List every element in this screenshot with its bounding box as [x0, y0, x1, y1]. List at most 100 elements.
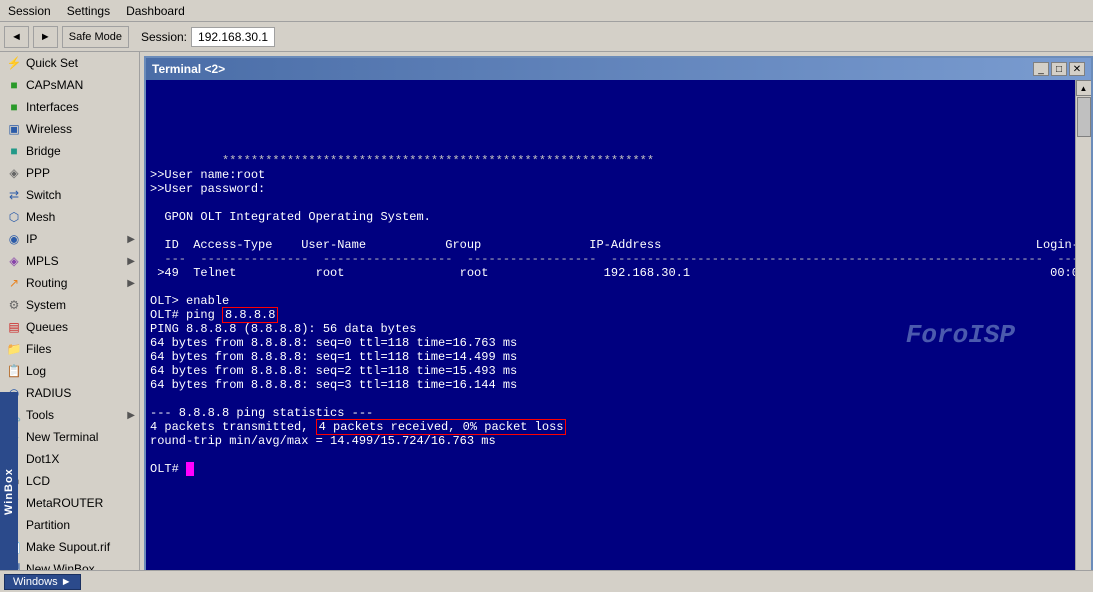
- session-label: Session:: [141, 30, 187, 44]
- switch-icon: ⇄: [6, 187, 22, 203]
- sidebar-label-system: System: [26, 298, 66, 312]
- bridge-icon: ■: [6, 143, 22, 159]
- terminal-table-sep: --- --------------- ------------------ -…: [150, 252, 1075, 266]
- sidebar-label-radius: RADIUS: [26, 386, 71, 400]
- sidebar-item-switch[interactable]: ⇄ Switch: [0, 184, 139, 206]
- sidebar-item-make-supout[interactable]: 📄 Make Supout.rif: [0, 536, 139, 558]
- menu-dashboard[interactable]: Dashboard: [122, 3, 189, 19]
- ip-icon: ◉: [6, 231, 22, 247]
- winbox-label: WinBox: [0, 392, 18, 592]
- queues-icon: ▤: [6, 319, 22, 335]
- sidebar-label-quick-set: Quick Set: [26, 56, 78, 70]
- terminal-body: ForoISP ********************************…: [146, 80, 1091, 590]
- sidebar-label-routing: Routing: [26, 276, 67, 290]
- terminal-ping-line3: 64 bytes from 8.8.8.8: seq=3 ttl=118 tim…: [150, 378, 517, 392]
- sidebar-item-mesh[interactable]: ⬡ Mesh: [0, 206, 139, 228]
- sidebar-item-files[interactable]: 📁 Files: [0, 338, 139, 360]
- terminal-window: Terminal <2> _ □ ✕ ForoISP *************…: [144, 56, 1093, 592]
- sidebar-label-metarouter: MetaROUTER: [26, 496, 103, 510]
- sidebar-item-ppp[interactable]: ◈ PPP: [0, 162, 139, 184]
- terminal-content[interactable]: ForoISP ********************************…: [146, 80, 1075, 590]
- main-layout: ⚡ Quick Set ■ CAPsMAN ■ Interfaces ▣ Wir…: [0, 52, 1093, 592]
- sidebar-label-lcd: LCD: [26, 474, 50, 488]
- scroll-thumb[interactable]: [1077, 97, 1091, 137]
- foroISP-watermark: ForoISP: [906, 320, 1015, 350]
- terminal-minimize-button[interactable]: _: [1033, 62, 1049, 76]
- sidebar-item-radius[interactable]: ◎ RADIUS: [0, 382, 139, 404]
- sidebar-item-wireless[interactable]: ▣ Wireless: [0, 118, 139, 140]
- windows-button[interactable]: Windows ►: [4, 574, 81, 590]
- sidebar: ⚡ Quick Set ■ CAPsMAN ■ Interfaces ▣ Wir…: [0, 52, 140, 592]
- sidebar-item-dot1x[interactable]: ■ Dot1X: [0, 448, 139, 470]
- sidebar-label-ip: IP: [26, 232, 37, 246]
- windows-arrow-icon: ►: [61, 576, 72, 588]
- back-button[interactable]: ◄: [4, 26, 29, 48]
- sidebar-label-tools: Tools: [26, 408, 54, 422]
- quick-set-icon: ⚡: [6, 55, 22, 71]
- terminal-enable-cmd: OLT> enable: [150, 294, 229, 308]
- sidebar-label-files: Files: [26, 342, 51, 356]
- interfaces-icon: ■: [6, 99, 22, 115]
- sidebar-label-wireless: Wireless: [26, 122, 72, 136]
- terminal-titlebar: Terminal <2> _ □ ✕: [146, 58, 1091, 80]
- sidebar-item-queues[interactable]: ▤ Queues: [0, 316, 139, 338]
- sidebar-item-routing[interactable]: ↗ Routing ▶: [0, 272, 139, 294]
- session-ip: 192.168.30.1: [191, 27, 275, 47]
- terminal-scrollbar[interactable]: ▲ ▼: [1075, 80, 1091, 590]
- sidebar-label-mesh: Mesh: [26, 210, 55, 224]
- sidebar-label-capsman: CAPsMAN: [26, 78, 83, 92]
- sidebar-item-tools[interactable]: 🔧 Tools ▶: [0, 404, 139, 426]
- sidebar-label-mpls: MPLS: [26, 254, 59, 268]
- terminal-ping-cmd: OLT# ping 8.8.8.8: [150, 307, 278, 323]
- tools-arrow-icon: ▶: [127, 410, 135, 421]
- toolbar: ◄ ► Safe Mode Session: 192.168.30.1: [0, 22, 1093, 52]
- sidebar-label-log: Log: [26, 364, 46, 378]
- sidebar-label-switch: Switch: [26, 188, 61, 202]
- sidebar-item-capsman[interactable]: ■ CAPsMAN: [0, 74, 139, 96]
- terminal-ping-line2: 64 bytes from 8.8.8.8: seq=2 ttl=118 tim…: [150, 364, 517, 378]
- sidebar-label-interfaces: Interfaces: [26, 100, 79, 114]
- wireless-icon: ▣: [6, 121, 22, 137]
- sidebar-item-bridge[interactable]: ■ Bridge: [0, 140, 139, 162]
- sidebar-item-ip[interactable]: ◉ IP ▶: [0, 228, 139, 250]
- mpls-icon: ◈: [6, 253, 22, 269]
- terminal-ping-header: PING 8.8.8.8 (8.8.8.8): 56 data bytes: [150, 322, 416, 336]
- terminal-title: Terminal <2>: [152, 62, 225, 76]
- sidebar-label-new-terminal: New Terminal: [26, 430, 98, 444]
- sidebar-label-ppp: PPP: [26, 166, 50, 180]
- terminal-dots: ****************************************…: [222, 154, 654, 168]
- scroll-track: [1076, 96, 1091, 574]
- capsman-icon: ■: [6, 77, 22, 93]
- terminal-table-row: >49 Telnet root root 192.168.30.1 00:00:…: [150, 266, 1075, 280]
- system-icon: ⚙: [6, 297, 22, 313]
- terminal-system-name: GPON OLT Integrated Operating System.: [150, 210, 431, 224]
- terminal-table-header: ID Access-Type User-Name Group IP-Addres…: [150, 238, 1075, 252]
- log-icon: 📋: [6, 363, 22, 379]
- sidebar-label-dot1x: Dot1X: [26, 452, 59, 466]
- menu-session[interactable]: Session: [4, 3, 55, 19]
- content-area: Terminal <2> _ □ ✕ ForoISP *************…: [140, 52, 1093, 592]
- forward-button[interactable]: ►: [33, 26, 58, 48]
- scroll-up-button[interactable]: ▲: [1076, 80, 1092, 96]
- sidebar-label-partition: Partition: [26, 518, 70, 532]
- terminal-cursor: [186, 462, 194, 476]
- sidebar-item-new-terminal[interactable]: ▶ New Terminal: [0, 426, 139, 448]
- sidebar-item-log[interactable]: 📋 Log: [0, 360, 139, 382]
- terminal-ping-line0: 64 bytes from 8.8.8.8: seq=0 ttl=118 tim…: [150, 336, 517, 350]
- terminal-password-prompt: >>User password:: [150, 182, 265, 196]
- sidebar-item-metarouter[interactable]: ↺ MetaROUTER: [0, 492, 139, 514]
- menu-settings[interactable]: Settings: [63, 3, 114, 19]
- terminal-maximize-button[interactable]: □: [1051, 62, 1067, 76]
- mesh-icon: ⬡: [6, 209, 22, 225]
- sidebar-item-partition[interactable]: ▪ Partition: [0, 514, 139, 536]
- terminal-controls: _ □ ✕: [1033, 62, 1085, 76]
- sidebar-item-mpls[interactable]: ◈ MPLS ▶: [0, 250, 139, 272]
- sidebar-item-quick-set[interactable]: ⚡ Quick Set: [0, 52, 139, 74]
- sidebar-item-system[interactable]: ⚙ System: [0, 294, 139, 316]
- safe-mode-button[interactable]: Safe Mode: [62, 26, 129, 48]
- sidebar-item-interfaces[interactable]: ■ Interfaces: [0, 96, 139, 118]
- sidebar-item-lcd[interactable]: ▭ LCD: [0, 470, 139, 492]
- terminal-username-prompt: >>User name:root: [150, 168, 265, 182]
- ip-arrow-icon: ▶: [127, 234, 135, 245]
- terminal-close-button[interactable]: ✕: [1069, 62, 1085, 76]
